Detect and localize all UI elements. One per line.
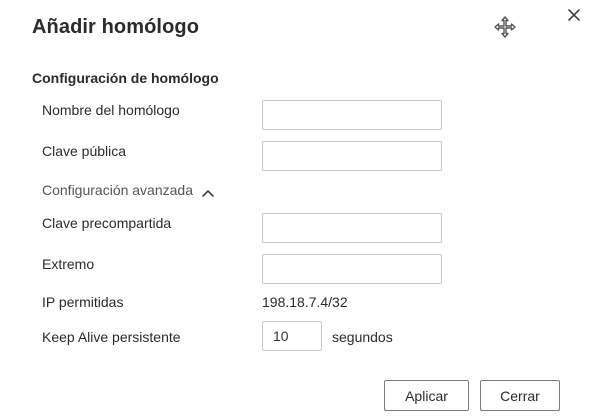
keepalive-unit: segundos	[332, 329, 393, 345]
dialog-title: Añadir homólogo	[32, 16, 200, 38]
section-title: Configuración de homólogo	[32, 70, 219, 86]
endpoint-field[interactable]	[262, 254, 442, 284]
allowed-ips-value: 198.18.7.4/32	[262, 294, 348, 310]
cancel-button[interactable]: Cerrar	[480, 380, 560, 411]
keepalive-label: Keep Alive persistente	[42, 329, 181, 345]
move-icon[interactable]	[493, 15, 517, 39]
close-icon[interactable]	[565, 6, 583, 24]
public-key-label: Clave pública	[42, 143, 127, 159]
preshared-key-label: Clave precompartida	[42, 215, 172, 231]
peer-name-label: Nombre del homólogo	[42, 102, 180, 118]
chevron-up-icon	[201, 185, 215, 197]
apply-button[interactable]: Aplicar	[384, 380, 469, 411]
keepalive-field[interactable]	[262, 321, 322, 351]
public-key-field[interactable]	[262, 141, 442, 171]
preshared-key-field[interactable]	[262, 213, 442, 243]
advanced-settings-toggle[interactable]: Configuración avanzada	[42, 182, 215, 198]
advanced-settings-label: Configuración avanzada	[42, 182, 193, 198]
add-peer-dialog: Añadir homólogo Configuración de homólog…	[0, 0, 594, 419]
peer-name-field[interactable]	[262, 100, 442, 130]
endpoint-label: Extremo	[42, 256, 95, 272]
allowed-ips-label: IP permitidas	[42, 294, 124, 310]
